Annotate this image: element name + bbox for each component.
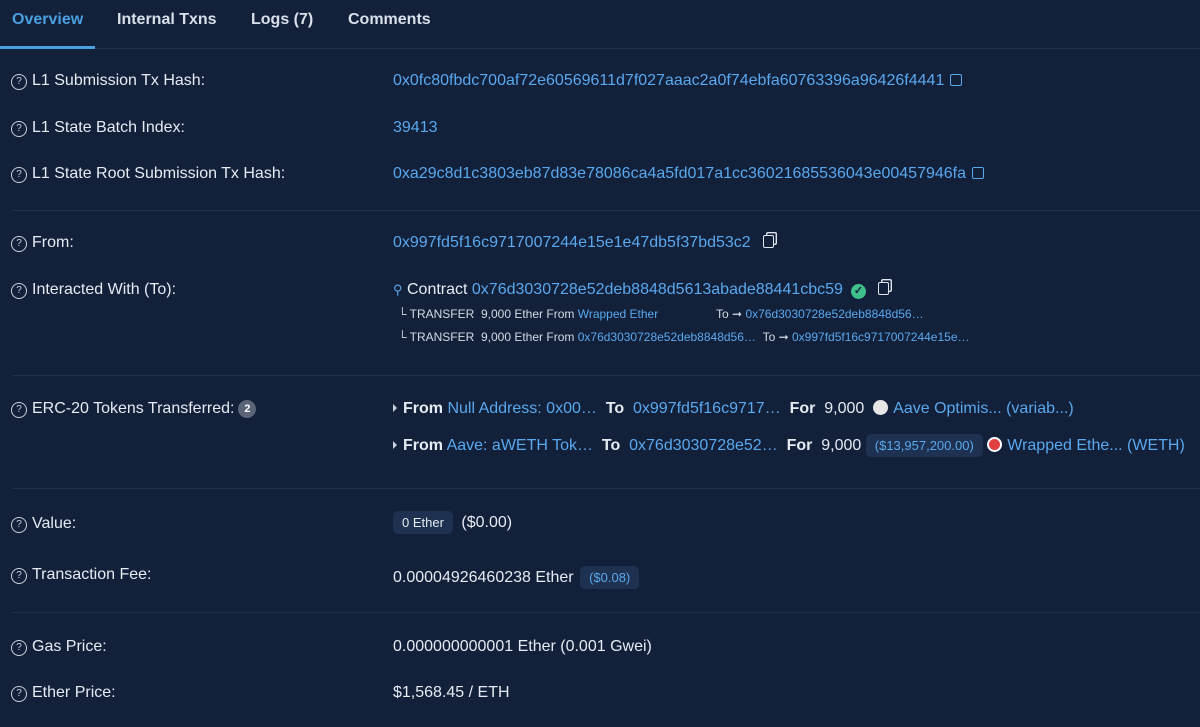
ether-price-value: $1,568.45 / ETH	[393, 684, 510, 701]
transfer-amount: 9,000 Ether	[480, 330, 544, 344]
erc20-count-badge: 2	[238, 400, 257, 418]
field-label: Transaction Fee:	[32, 566, 152, 583]
from-address-link[interactable]: 0x997fd5f16c9717007244e15e1e47db5f37bd53…	[393, 234, 751, 251]
copy-icon[interactable]	[762, 235, 774, 248]
to-word: To	[605, 400, 625, 417]
transfer-from-link[interactable]: Wrapped Ether	[578, 307, 659, 321]
question-icon[interactable]: ?	[11, 236, 27, 252]
tab-logs[interactable]: Logs (7)	[251, 0, 313, 46]
value-amount: 0 Ether ($0.00)	[393, 511, 512, 534]
transfer-kind: TRANSFER	[409, 307, 475, 321]
question-icon[interactable]: ?	[11, 517, 27, 533]
contract-address-link[interactable]: 0x76d3030728e52deb8848d5613abade88441cbc…	[472, 281, 843, 298]
divider	[12, 375, 1200, 376]
erc20-to-link[interactable]: 0x76d3030728e52…	[629, 437, 778, 454]
divider	[12, 612, 1200, 613]
for-word: For	[789, 400, 816, 417]
field-label: L1 State Batch Index:	[32, 119, 185, 136]
divider	[12, 210, 1200, 211]
caret-right-icon[interactable]	[393, 441, 397, 449]
field-label: Gas Price:	[32, 638, 107, 655]
transfer-to-word: To	[716, 307, 729, 321]
question-icon[interactable]: ?	[11, 402, 27, 418]
erc20-transfer-row: From Aave: aWETH Tok… To 0x76d3030728e52…	[393, 434, 1185, 457]
question-icon[interactable]: ?	[11, 121, 27, 137]
question-icon[interactable]: ?	[11, 568, 27, 584]
erc20-from-link[interactable]: Aave: aWETH Tok…	[447, 437, 593, 454]
weth-token-icon	[987, 437, 1003, 452]
external-link-icon[interactable]	[972, 167, 984, 179]
l1-root-hash[interactable]: 0xa29c8d1c3803eb87d83e78086ca4a5fd017a1c…	[393, 165, 984, 183]
erc20-token-link[interactable]: Wrapped Ethe... (WETH)	[1007, 437, 1185, 454]
contract-search-icon: ⚲	[393, 282, 403, 297]
tab-overview[interactable]: Overview	[0, 0, 96, 49]
fee-value: 0.00004926460238 Ether	[393, 569, 574, 586]
caret-right-icon[interactable]	[393, 404, 397, 412]
question-icon[interactable]: ?	[11, 283, 27, 299]
erc20-amount: 9,000	[821, 437, 862, 454]
transfer-line: └ TRANSFER 9,000 Ether From 0x76d3030728…	[398, 330, 970, 344]
copy-icon[interactable]	[877, 282, 889, 295]
erc20-label: ERC-20 Tokens Transferred:	[32, 400, 235, 417]
transfer-from-link[interactable]: 0x76d3030728e52deb8848d56…	[578, 330, 756, 344]
field-label: ERC-20 Tokens Transferred: 2	[32, 400, 257, 419]
question-icon[interactable]: ?	[11, 686, 27, 702]
tab-internal-txns[interactable]: Internal Txns	[117, 0, 217, 46]
transfer-to-link[interactable]: 0x997fd5f16c9717007244e15e…	[792, 330, 970, 344]
arrow-right-icon: ➞	[778, 330, 789, 344]
field-label: Value:	[32, 515, 77, 532]
tree-branch-icon: └	[398, 330, 407, 344]
erc20-usd-badge: ($13,957,200.00)	[865, 434, 983, 457]
tab-bar: Overview Internal Txns Logs (7) Comments	[0, 0, 1200, 49]
transfer-amount: 9,000 Ether	[480, 307, 544, 321]
erc20-amount: 9,000	[824, 400, 865, 417]
tree-branch-icon: └	[398, 307, 407, 321]
l1-root-link[interactable]: 0xa29c8d1c3803eb87d83e78086ca4a5fd017a1c…	[393, 165, 966, 182]
to-word: To	[601, 437, 621, 454]
transfer-to-link[interactable]: 0x76d3030728e52deb8848d56…	[745, 307, 923, 321]
value-usd: ($0.00)	[461, 514, 513, 531]
transfer-to: To ➞ 0x76d3030728e52deb8848d56…	[716, 307, 924, 321]
erc20-to-link[interactable]: 0x997fd5f16c9717…	[633, 400, 781, 417]
tab-comments[interactable]: Comments	[348, 0, 431, 46]
for-word: For	[786, 437, 813, 454]
erc20-transfer-row: From Null Address: 0x00… To 0x997fd5f16c…	[393, 400, 1074, 418]
value-badge: 0 Ether	[393, 511, 453, 534]
field-label: Interacted With (To):	[32, 281, 177, 298]
transfer-line: └ TRANSFER 9,000 Ether From Wrapped Ethe…	[398, 307, 658, 321]
from-address: 0x997fd5f16c9717007244e15e1e47db5f37bd53…	[393, 234, 774, 252]
external-link-icon[interactable]	[950, 74, 963, 86]
fee-amount: 0.00004926460238 Ether ($0.08)	[393, 566, 640, 589]
divider	[12, 488, 1200, 489]
question-icon[interactable]: ?	[11, 167, 27, 183]
erc20-from-link[interactable]: Null Address: 0x00…	[447, 400, 596, 417]
transfer-to-word: To	[762, 330, 776, 344]
field-label: Ether Price:	[32, 684, 116, 701]
question-icon[interactable]: ?	[11, 640, 27, 656]
l1-submission-link[interactable]: 0x0fc80fbdc700af72e60569611d7f027aaac2a0…	[393, 72, 944, 89]
transfer-from-word: From	[546, 330, 575, 344]
from-word: From	[403, 400, 443, 417]
field-label: From:	[32, 234, 74, 251]
field-label: L1 State Root Submission Tx Hash:	[32, 165, 286, 182]
contract-prefix: Contract	[406, 281, 468, 298]
transfer-kind: TRANSFER	[409, 330, 475, 344]
l1-batch-link[interactable]: 39413	[393, 119, 438, 137]
verified-check-icon: ✓	[850, 284, 866, 299]
gas-value: 0.000000000001 Ether (0.001 Gwei)	[393, 638, 652, 655]
arrow-right-icon: ➞	[732, 307, 743, 321]
to-contract: ⚲ Contract 0x76d3030728e52deb8848d5613ab…	[393, 281, 889, 299]
from-word: From	[403, 437, 443, 454]
field-label: L1 Submission Tx Hash:	[32, 72, 206, 89]
erc20-token-link[interactable]: Aave Optimis... (variab...)	[893, 400, 1074, 417]
question-icon[interactable]: ?	[11, 74, 27, 90]
transfer-from-word: From	[546, 307, 575, 321]
aave-token-icon	[873, 400, 889, 415]
l1-submission-hash[interactable]: 0x0fc80fbdc700af72e60569611d7f027aaac2a0…	[393, 72, 963, 90]
fee-usd-badge: ($0.08)	[580, 566, 640, 589]
